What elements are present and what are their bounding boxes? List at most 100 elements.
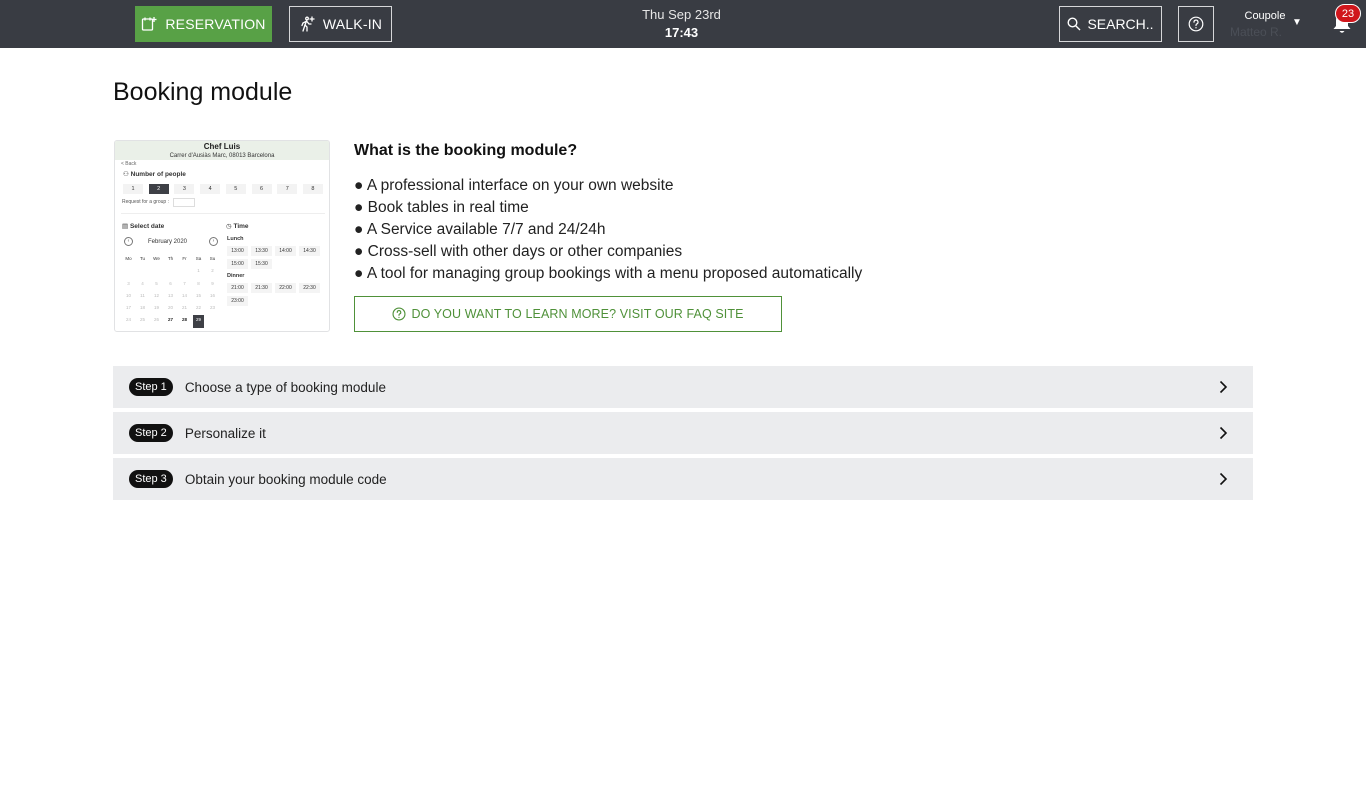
preview-divider <box>121 213 325 214</box>
preview-people-option: 1 <box>123 184 143 194</box>
preview-dinner-label: Dinner <box>227 273 245 279</box>
feature-list: ● A professional interface on your own w… <box>354 175 862 285</box>
feature-item: ● A tool for managing group bookings wit… <box>354 265 863 282</box>
page-title: Booking module <box>113 78 293 106</box>
time-slot: 21:30 <box>251 283 272 293</box>
top-bar: RESERVATION WALK-IN Thu Sep 23rd 17:43 S… <box>0 0 1366 48</box>
preview-people-option: 8 <box>302 184 323 194</box>
chevron-right-icon <box>1219 472 1228 486</box>
question-circle-icon <box>1188 16 1204 32</box>
step-3-row[interactable]: Step 3 Obtain your booking module code <box>113 458 1253 500</box>
chevron-right-icon <box>1219 426 1228 440</box>
info-title: What is the booking module? <box>354 142 578 159</box>
weekday: Tu <box>139 256 146 261</box>
feature-item: ● A professional interface on your own w… <box>354 177 674 194</box>
preview-people-option-selected: 2 <box>148 184 169 194</box>
preview-people-selector: 1 2 3 4 5 6 7 8 <box>123 184 323 195</box>
user-name: Matteo R. <box>1230 25 1283 39</box>
preview-people-option: 6 <box>251 184 272 194</box>
time-slot: 14:30 <box>299 246 320 256</box>
calendar-week: 10 11 12 13 14 15 16 <box>125 292 215 298</box>
preview-group-input <box>173 198 195 207</box>
account-selector[interactable]: Coupole Matteo R. ▼ <box>1226 8 1308 40</box>
search-label: SEARCH.. <box>1087 16 1154 32</box>
time-slot: 14:00 <box>275 246 296 256</box>
preview-people-label-text: Number of people <box>130 171 186 178</box>
current-time: 17:43 <box>664 25 699 40</box>
current-date: Thu Sep 23rd <box>642 7 721 22</box>
preview-header: Chef Luis Carrer d'Ausiàs Marc, 08013 Ba… <box>115 141 329 160</box>
time-slot: 21:00 <box>227 283 248 293</box>
time-slot: 13:30 <box>251 246 272 256</box>
step-2-row[interactable]: Step 2 Personalize it <box>113 412 1253 454</box>
calendar-plus-icon <box>142 17 157 31</box>
weekday: Th <box>167 256 174 261</box>
time-slot: 23:00 <box>227 296 248 306</box>
preview-people-option: 7 <box>277 184 298 194</box>
weekday: Fr <box>182 256 187 261</box>
help-button[interactable] <box>1178 6 1214 42</box>
time-slot: 15:00 <box>227 259 248 269</box>
step-badge: Step 3 <box>129 470 173 488</box>
weekday: Sa <box>195 256 202 261</box>
preview-time-label-text: Time <box>233 223 249 230</box>
calendar-icon: ▤ <box>122 223 130 230</box>
notification-badge[interactable]: 23 <box>1335 4 1361 23</box>
step-1-row[interactable]: Step 1 Choose a type of booking module <box>113 366 1253 408</box>
weekday: Su <box>209 256 216 261</box>
search-button[interactable]: SEARCH.. <box>1059 6 1162 42</box>
preview-lunch-label: Lunch <box>227 236 244 242</box>
preview-lunch-slots: 13:00 13:30 14:00 14:30 <box>227 246 320 256</box>
calendar-week: 12 <box>197 268 214 274</box>
preview-group-request: Request for a group : <box>122 199 169 205</box>
step-label: Obtain your booking module code <box>184 471 387 487</box>
chevron-right-icon: › <box>209 237 218 246</box>
walk-in-button[interactable]: WALK-IN <box>289 6 392 42</box>
feature-item: ● A Service available 7/7 and 24/24h <box>354 221 606 238</box>
step-badge: Step 2 <box>129 424 173 442</box>
preview-time-label: ◷ Time <box>226 222 249 230</box>
booking-module-preview: Chef Luis Carrer d'Ausiàs Marc, 08013 Ba… <box>114 140 330 332</box>
time-slot: 13:00 <box>227 246 248 256</box>
calendar-week: 17 18 19 20 21 22 23 <box>125 305 215 311</box>
people-icon: ⚇ <box>123 171 131 178</box>
preview-month: February 2020 <box>148 239 188 245</box>
chevron-right-icon <box>1219 380 1228 394</box>
feature-item: ● Book tables in real time <box>354 199 529 216</box>
preview-people-option: 3 <box>174 184 195 194</box>
step-label: Personalize it <box>184 425 266 441</box>
step-label: Choose a type of booking module <box>184 379 386 395</box>
calendar-week: 24 25 26 27 28 29 <box>123 315 218 328</box>
question-circle-icon <box>392 307 406 321</box>
search-icon <box>1067 17 1081 31</box>
preview-dinner-slots: 21:00 21:30 22:00 22:30 <box>227 283 320 293</box>
weekday: Mo <box>125 256 132 261</box>
current-datetime: Thu Sep 23rd 17:43 <box>600 7 763 43</box>
walking-person-icon <box>301 16 315 32</box>
faq-button[interactable]: DO YOU WANT TO LEARN MORE? VISIT OUR FAQ… <box>354 296 782 332</box>
time-slot: 22:00 <box>275 283 296 293</box>
preview-people-label: ⚇ Number of people <box>123 170 186 178</box>
calendar-week: 3456789 <box>127 280 214 286</box>
reservation-label: RESERVATION <box>165 16 266 32</box>
caret-down-icon: ▼ <box>1292 17 1302 28</box>
preview-date-label: ▤ Select date <box>122 222 164 230</box>
walk-in-label: WALK-IN <box>322 16 383 32</box>
preview-lunch-slots: 15:00 15:30 <box>227 259 272 269</box>
weekday: We <box>153 256 160 261</box>
preview-back-link: < Back <box>121 161 137 167</box>
time-slot: 15:30 <box>251 259 272 269</box>
step-badge: Step 1 <box>129 378 173 396</box>
faq-label: DO YOU WANT TO LEARN MORE? VISIT OUR FAQ… <box>411 307 744 321</box>
preview-people-option: 4 <box>200 184 221 194</box>
preview-people-option: 5 <box>225 184 246 194</box>
preview-date-label-text: Select date <box>129 223 165 230</box>
preview-weekdays: Mo Tu We Th Fr Sa Su <box>123 254 218 266</box>
preview-restaurant-name: Chef Luis <box>203 142 241 151</box>
chevron-left-icon: ‹ <box>124 237 133 246</box>
preview-address: Carrer d'Ausiàs Marc, 08013 Barcelona <box>169 153 275 159</box>
time-slot: 22:30 <box>299 283 320 293</box>
preview-calendar: Mo Tu We Th Fr Sa Su 12 3456789 10 11 12 13… <box>123 254 218 328</box>
reservation-button[interactable]: RESERVATION <box>135 6 272 42</box>
preview-dinner-slots: 23:00 <box>227 296 248 306</box>
